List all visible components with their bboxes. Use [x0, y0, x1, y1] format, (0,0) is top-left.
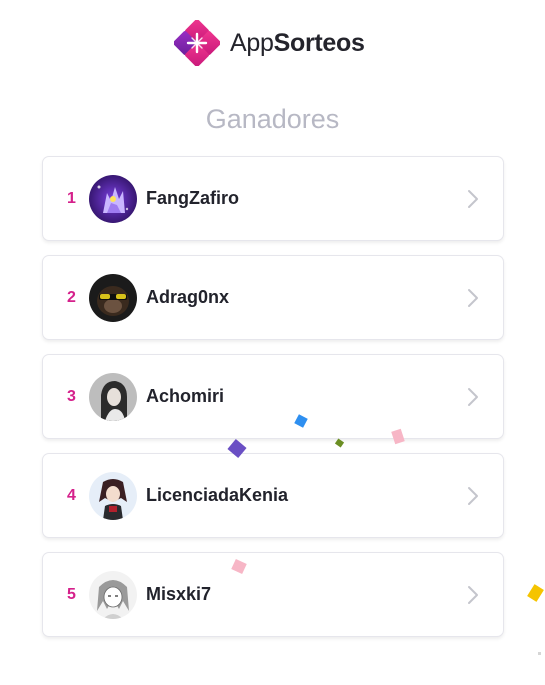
- purple-creature-avatar: [89, 174, 137, 223]
- chevron-right-icon[interactable]: [465, 187, 481, 211]
- manga-sketch-avatar: [89, 570, 137, 619]
- winner-username: LicenciadaKenia: [146, 485, 289, 505]
- confetti-piece: [538, 652, 541, 655]
- woman-photo-avatar: [89, 372, 137, 421]
- winner-rank: 3: [67, 387, 76, 405]
- appsorteos-logo-icon: [174, 20, 220, 66]
- winner-card-5[interactable]: 5 Misxki7: [42, 552, 504, 637]
- brand-name-light: App: [230, 29, 274, 57]
- winner-username: Adrag0nx: [146, 287, 230, 307]
- winner-rank: 5: [67, 585, 76, 603]
- page-title: Ganadores: [205, 104, 340, 134]
- chevron-right-icon[interactable]: [465, 484, 481, 508]
- winner-username: FangZafiro: [146, 188, 239, 208]
- confetti-piece: [527, 584, 544, 602]
- anime-character-avatar: [89, 471, 137, 520]
- brand-name: AppSorteos: [230, 20, 365, 66]
- chevron-right-icon[interactable]: [465, 286, 481, 310]
- brand-name-bold: Sorteos: [273, 29, 365, 57]
- chevron-right-icon[interactable]: [465, 583, 481, 607]
- chevron-right-icon[interactable]: [465, 385, 481, 409]
- winner-card-3[interactable]: 3 Achomiri: [42, 354, 504, 439]
- app-logo: AppSorteos: [174, 20, 365, 66]
- winner-username: Achomiri: [146, 386, 225, 406]
- winner-username: Misxki7: [146, 584, 212, 604]
- winner-card-4[interactable]: 4 LicenciadaKenia: [42, 453, 504, 538]
- winner-card-1[interactable]: 1 FangZafiro: [42, 156, 504, 241]
- winner-rank: 1: [67, 189, 76, 207]
- winner-card-2[interactable]: 2 Adrag0nx: [42, 255, 504, 340]
- winners-list: 1 FangZafiro 2 Adrag0nx 3 Achomiri 4 Lic…: [42, 156, 504, 651]
- monkey-sunglasses-avatar: [89, 273, 137, 322]
- winner-rank: 4: [67, 486, 76, 504]
- winner-rank: 2: [67, 288, 76, 306]
